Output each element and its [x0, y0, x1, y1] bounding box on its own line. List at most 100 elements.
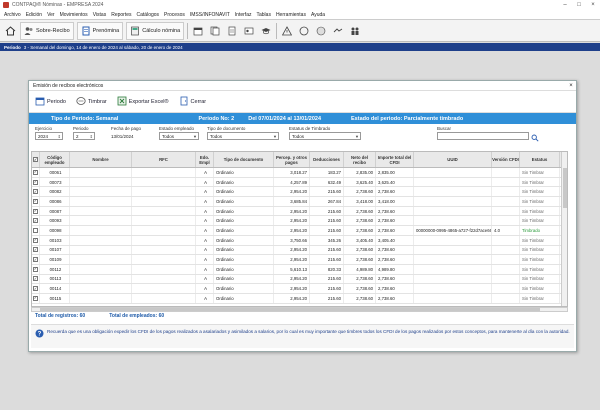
column-header[interactable]: Edo. Empl	[196, 152, 214, 167]
menu-item[interactable]: Procesos	[164, 12, 185, 18]
table-cell: Sin Timbrar	[520, 264, 560, 274]
table-row[interactable]: ✓ 00115 A Ordinario 2,954.20 215.60 2,738.60 2,…	[32, 293, 567, 304]
minimize-icon[interactable]: –	[558, 2, 572, 8]
ejercicio-stepper[interactable]: 2024 ⇕	[35, 132, 63, 140]
sobre-recibo-button[interactable]: Sobre-Recibo	[20, 21, 74, 40]
calendar-icon[interactable]	[191, 23, 205, 39]
dialog-title-bar: Emisión de recibos electrónicos ×	[29, 81, 576, 91]
report-icon[interactable]	[225, 23, 239, 39]
table-cell	[492, 284, 520, 293]
buscar-input[interactable]	[437, 132, 529, 140]
table-row[interactable]: 00098 A Ordinario 2,954.20 215.60 2,738.60 2,7…	[32, 226, 567, 236]
row-checkbox[interactable]: ✓	[32, 197, 40, 206]
table-row[interactable]: ✓ 00103 A Ordinario 3,750.66 345.26 3,405.40 3,…	[32, 235, 567, 246]
menu-item[interactable]: IMSS/INFONAVIT	[190, 12, 230, 18]
column-header[interactable]: Tipo de documento	[214, 152, 274, 167]
row-checkbox[interactable]: ✓	[32, 177, 40, 187]
table-row[interactable]: ✓ 00114 A Ordinario 2,954.20 215.60 2,738.60 2,…	[32, 284, 567, 294]
column-header[interactable]: Estatus	[520, 152, 560, 167]
menu-item[interactable]: Archivo	[4, 12, 21, 18]
table-cell	[414, 206, 492, 216]
vertical-scrollbar[interactable]	[561, 152, 567, 306]
table-cell	[132, 197, 196, 206]
row-checkbox[interactable]: ✓	[32, 274, 40, 284]
table-cell: 4,989.80	[344, 264, 376, 274]
app-title: CONTPAQi® Nóminas - EMPRESA 2024	[12, 2, 104, 8]
tipo-documento-select[interactable]: Todos ▼	[207, 132, 279, 140]
imss-icon[interactable]	[297, 23, 311, 39]
badge-icon[interactable]	[314, 23, 328, 39]
table-cell: 2,835.00	[376, 168, 414, 177]
column-header[interactable]: Versión CFDI	[492, 152, 520, 167]
column-header[interactable]: Código empleado	[40, 152, 70, 167]
table-cell: Ordinario	[214, 274, 274, 284]
table-cell	[70, 197, 132, 206]
column-header[interactable]: UUID	[414, 152, 492, 167]
table-row[interactable]: ✓ 00082 A Ordinario 2,954.20 215.60 2,738.60 2,…	[32, 187, 567, 198]
search-icon[interactable]	[531, 134, 539, 144]
estado-empleado-select[interactable]: Todos ▼	[159, 132, 199, 140]
table-cell: Sin Timbrar	[520, 274, 560, 284]
column-header[interactable]: Deducciones	[310, 152, 344, 167]
cards-icon[interactable]	[208, 23, 222, 39]
estatus-timbrado-select[interactable]: Todos ▼	[289, 132, 361, 140]
table-row[interactable]: ✓ 00107 A Ordinario 2,954.20 215.60 2,738.60 2,…	[32, 245, 567, 256]
table-row[interactable]: ✓ 00073 A Ordinario 4,257.89 632.49 3,625.40 3,…	[32, 177, 567, 188]
emision-recibos-dialog: Emisión de recibos electrónicos × Period…	[28, 80, 577, 352]
menu-item[interactable]: Vistas	[93, 12, 107, 18]
menu-item[interactable]: Tablas	[256, 12, 270, 18]
maximize-icon[interactable]: □	[572, 2, 586, 8]
table-row[interactable]: ✓ 00113 A Ordinario 2,954.20 215.60 2,738.60 2,…	[32, 274, 567, 285]
menu-item[interactable]: Edición	[26, 12, 42, 18]
menu-item[interactable]: Catálogos	[137, 12, 160, 18]
select-all-checkbox[interactable]: ✓	[32, 152, 40, 167]
row-checkbox[interactable]: ✓	[32, 284, 40, 293]
column-header[interactable]: Percep. y otros pagos	[274, 152, 310, 167]
close-icon[interactable]: ×	[586, 2, 600, 8]
row-checkbox[interactable]: ✓	[32, 235, 40, 245]
column-header[interactable]: RFC	[132, 152, 196, 167]
table-row[interactable]: ✓ 00087 A Ordinario 2,954.20 215.60 2,738.60 2,…	[32, 206, 567, 217]
row-checkbox[interactable]: ✓	[32, 168, 40, 177]
table-row[interactable]: ✓ 00086 A Ordinario 3,685.84 267.84 3,418.00 3,…	[32, 197, 567, 207]
calculo-nomina-button[interactable]: Cálculo nómina	[126, 21, 185, 40]
periodo-stepper[interactable]: 2 ⇕	[73, 132, 95, 140]
graduation-icon[interactable]	[259, 23, 273, 39]
menu-item[interactable]: Movimientos	[60, 12, 88, 18]
menu-item[interactable]: Ayuda	[311, 12, 325, 18]
timbrar-button[interactable]: Timbrar	[76, 96, 107, 108]
column-header[interactable]: Nombre	[70, 152, 132, 167]
prenomina-button[interactable]: Prenómina	[76, 21, 124, 40]
handshake-icon[interactable]	[331, 23, 345, 39]
table-cell: A	[196, 187, 214, 197]
table-row[interactable]: ✓ 00112 A Ordinario 5,610.13 820.33 4,989.80 4,…	[32, 264, 567, 275]
periodo-button[interactable]: Periodo	[35, 96, 66, 108]
row-checkbox[interactable]: ✓	[32, 206, 40, 216]
menu-item[interactable]: Herramientas	[276, 12, 306, 18]
menu-item[interactable]: Reportes	[111, 12, 131, 18]
table-row[interactable]: ✓ 00061 A Ordinario 3,018.27 183.27 2,835.00 2,…	[32, 168, 567, 178]
table-cell	[414, 293, 492, 303]
id-card-icon[interactable]	[242, 23, 256, 39]
table-row[interactable]: ✓ 00109 A Ordinario 2,954.20 215.60 2,738.60 2,…	[32, 255, 567, 265]
home-icon[interactable]	[3, 23, 17, 39]
menu-item[interactable]: Interfaz	[235, 12, 252, 18]
people-icon[interactable]	[348, 23, 362, 39]
column-header[interactable]: Importe total del CFDI	[376, 152, 414, 167]
row-checkbox[interactable]: ✓	[32, 255, 40, 264]
horizontal-scrollbar[interactable]	[31, 307, 568, 312]
dialog-close-icon[interactable]: ×	[566, 83, 576, 89]
cerrar-button[interactable]: Cerrar	[179, 96, 206, 108]
column-header[interactable]: Neto del recibo	[344, 152, 376, 167]
row-checkbox[interactable]: ✓	[32, 293, 40, 303]
table-cell: 215.60	[310, 255, 344, 264]
row-checkbox[interactable]: ✓	[32, 245, 40, 255]
row-checkbox[interactable]: ✓	[32, 216, 40, 226]
table-row[interactable]: ✓ 00093 A Ordinario 2,954.20 215.60 2,738.60 2,…	[32, 216, 567, 227]
exportar-excel-button[interactable]: Exportar Excel®	[117, 96, 169, 108]
menu-item[interactable]: Ver	[47, 12, 55, 18]
warning-icon[interactable]	[280, 23, 294, 39]
row-checkbox[interactable]	[32, 226, 40, 235]
row-checkbox[interactable]: ✓	[32, 264, 40, 274]
row-checkbox[interactable]: ✓	[32, 187, 40, 197]
